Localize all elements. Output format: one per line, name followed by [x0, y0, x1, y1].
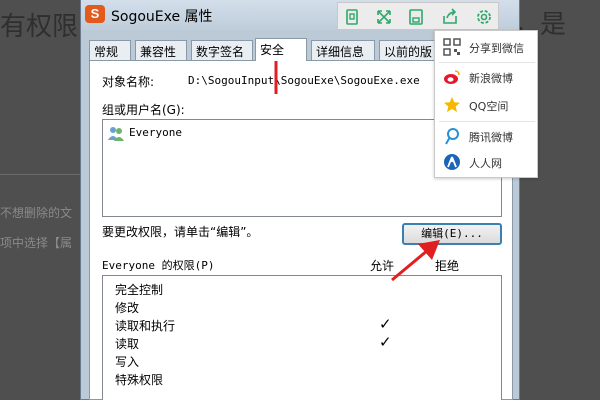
object-name-label: 对象名称: — [102, 75, 155, 89]
change-permissions-hint: 要更改权限，请单击“编辑”。 — [102, 225, 259, 239]
share-item-sina-weibo[interactable]: 新浪微博 — [443, 65, 535, 89]
share-separator — [439, 62, 535, 63]
allow-check-icon: ✓ — [379, 333, 392, 351]
renren-icon — [444, 154, 460, 170]
weibo-icon — [444, 70, 460, 84]
fit-screen-icon[interactable] — [342, 7, 362, 27]
background-text-line-1: 不想删除的文 — [0, 206, 73, 220]
share-separator — [439, 121, 535, 122]
tencent-weibo-icon — [445, 128, 459, 145]
permission-name: 读取和执行 — [115, 319, 176, 333]
permission-name: 读取 — [115, 337, 140, 351]
qzone-icon — [444, 97, 460, 112]
object-name-value: D:\SogouInput\SogouExe\SogouExe.exe — [188, 74, 420, 87]
permission-name: 写入 — [115, 355, 140, 369]
permission-name: 完全控制 — [115, 283, 164, 297]
allow-check-icon: ✓ — [379, 315, 392, 333]
group-users-label: 组或用户名(G): — [102, 103, 185, 117]
dialog-title: SogouExe 属性 — [111, 9, 213, 25]
users-group-icon — [108, 127, 124, 141]
user-name: Everyone — [129, 126, 182, 139]
background-heading: 有权限 — [0, 12, 79, 42]
background-divider — [0, 174, 86, 175]
permissions-header: Everyone 的权限(P) — [102, 259, 215, 272]
expand-icon[interactable] — [374, 7, 394, 27]
permission-row-read: 读取 ✓ — [115, 333, 485, 353]
share-item-qzone[interactable]: QQ空间 — [443, 93, 535, 117]
background-text-line-2: 项中选择【属 — [0, 236, 73, 250]
share-menu: 分享到微信 新浪微博 QQ空间 腾讯微博 人人网 — [434, 30, 538, 178]
tab-general[interactable]: 常规 — [89, 40, 131, 60]
share-label: 腾讯微博 — [469, 131, 513, 144]
share-item-renren[interactable]: 人人网 — [443, 150, 535, 174]
permission-name: 修改 — [115, 301, 140, 315]
share-item-wechat[interactable]: 分享到微信 — [443, 35, 535, 59]
permission-row-read-execute: 读取和执行 ✓ — [115, 315, 485, 335]
share-icon[interactable] — [440, 7, 460, 27]
sogou-app-icon: S — [85, 5, 105, 23]
tab-security[interactable]: 安全 — [255, 38, 307, 61]
permission-row-modify: 修改 — [115, 299, 485, 317]
tab-details[interactable]: 详细信息 — [311, 40, 375, 60]
annotation-arrow-diagonal-icon — [391, 240, 440, 282]
permission-row-write: 写入 — [115, 353, 485, 371]
permission-row-special: 特殊权限 — [115, 371, 485, 389]
share-label: 分享到微信 — [469, 42, 524, 55]
share-label: QQ空间 — [469, 100, 509, 113]
permission-name: 特殊权限 — [115, 373, 164, 387]
share-label: 新浪微博 — [469, 72, 513, 85]
settings-icon[interactable] — [474, 7, 494, 27]
save-icon[interactable] — [406, 7, 426, 27]
share-toolbar — [337, 2, 499, 30]
share-item-tencent-weibo[interactable]: 腾讯微博 — [443, 124, 535, 148]
share-label: 人人网 — [469, 157, 502, 170]
tab-digital-signatures[interactable]: 数字签名 — [191, 40, 253, 60]
permissions-list: 完全控制 修改 读取和执行 ✓ 读取 ✓ 写入 特殊权限 — [102, 275, 502, 400]
qrcode-icon — [443, 38, 461, 56]
tab-compatibility[interactable]: 兼容性 — [135, 40, 187, 60]
